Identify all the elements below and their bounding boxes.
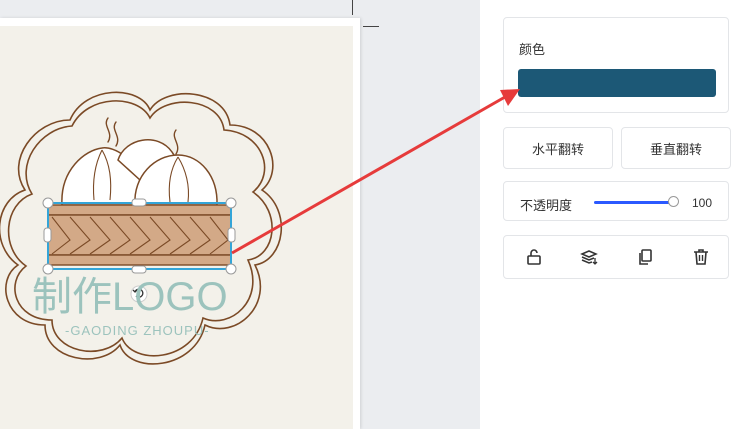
logo-main-text: 制作LOGO xyxy=(32,275,228,319)
layers-icon[interactable] xyxy=(579,247,599,267)
ruler-guide-horizontal xyxy=(363,26,379,27)
opacity-slider-thumb[interactable] xyxy=(668,196,679,207)
steamer-basket[interactable] xyxy=(47,204,232,266)
opacity-card: 不透明度 100 xyxy=(503,181,729,221)
color-card: 颜色 xyxy=(503,17,729,113)
logo-sub-text: -GAODING ZHOUPU- xyxy=(65,323,210,338)
editor-workspace: 制作LOGO -GAODING ZHOUPU- xyxy=(0,0,480,429)
dumpling-buns xyxy=(61,139,218,206)
flip-vertical-button[interactable]: 垂直翻转 xyxy=(621,127,731,169)
opacity-value: 100 xyxy=(692,196,713,210)
copy-icon[interactable] xyxy=(635,247,655,267)
color-label: 颜色 xyxy=(519,42,546,57)
ruler-guide-vertical xyxy=(352,0,353,15)
properties-panel: 颜色 水平翻转 垂直翻转 不透明度 100 xyxy=(480,0,739,429)
delete-icon[interactable] xyxy=(691,247,711,267)
logo-artwork[interactable]: 制作LOGO -GAODING ZHOUPU- xyxy=(0,80,300,380)
flip-horizontal-button[interactable]: 水平翻转 xyxy=(503,127,613,169)
opacity-slider-track[interactable] xyxy=(594,201,674,204)
color-swatch[interactable] xyxy=(518,69,716,97)
unlock-icon[interactable] xyxy=(524,247,544,267)
tools-card xyxy=(503,235,729,279)
opacity-label: 不透明度 xyxy=(520,198,573,213)
